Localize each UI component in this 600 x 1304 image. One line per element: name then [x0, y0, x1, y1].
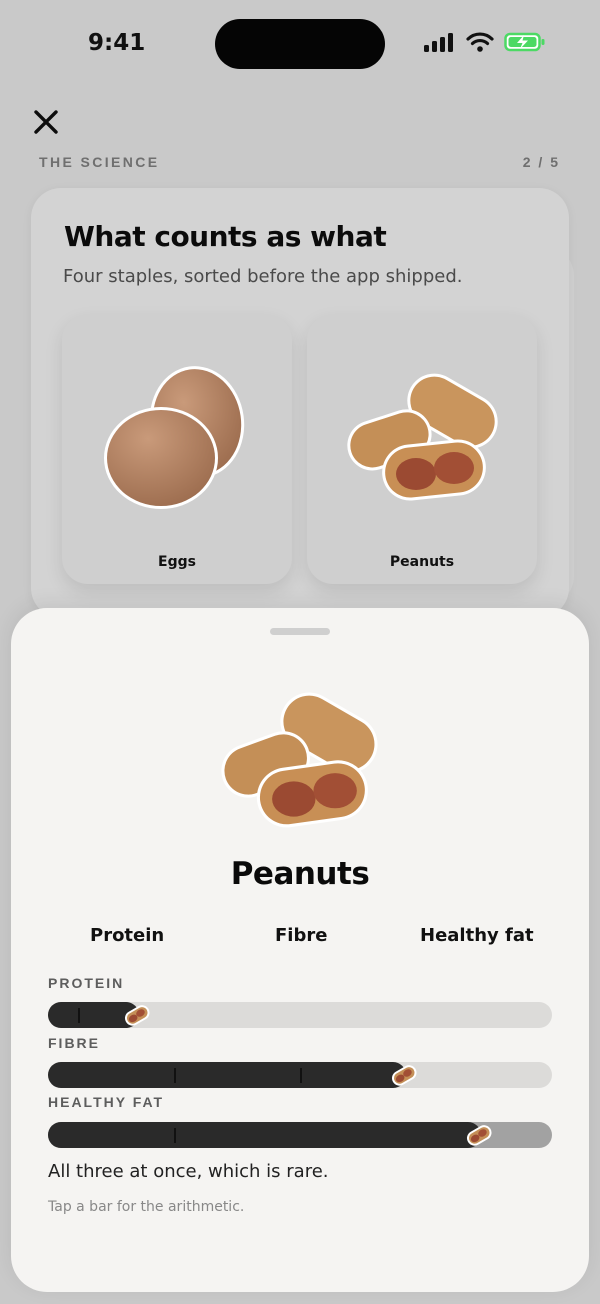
- bar-label-fibre: FIBRE: [48, 1035, 100, 1051]
- wifi-icon: [466, 32, 494, 52]
- battery-charging-icon: [504, 32, 545, 52]
- fibre-bar[interactable]: [48, 1062, 552, 1088]
- card-subtitle: Four staples, sorted before the app ship…: [63, 266, 463, 287]
- card-title: What counts as what: [64, 220, 387, 253]
- healthy-fat-bar-fill: [48, 1122, 481, 1148]
- bar-label-protein: PROTEIN: [48, 975, 125, 991]
- peanuts-icon: [347, 373, 498, 501]
- peanut-marker-icon: [388, 1059, 420, 1091]
- hint-text: Tap a bar for the arithmetic.: [48, 1199, 245, 1215]
- status-icons: [424, 32, 546, 52]
- food-tile-peanuts[interactable]: Peanuts: [307, 314, 537, 584]
- eggs-icon: [104, 366, 245, 509]
- tile-label-eggs: Eggs: [158, 554, 196, 570]
- nutrient-tag-protein: Protein: [90, 925, 165, 946]
- peanuts-icon: [221, 692, 378, 828]
- bar-tick: [78, 1008, 80, 1023]
- dynamic-island: [215, 19, 385, 69]
- food-tile-eggs[interactable]: Eggs: [62, 314, 292, 584]
- sheet-title: Peanuts: [230, 856, 370, 892]
- verdict-text: All three at once, which is rare.: [48, 1161, 329, 1182]
- step-counter: 2 / 5: [522, 154, 560, 170]
- peanut-marker-icon: [463, 1119, 495, 1151]
- signal-icon: [424, 33, 453, 52]
- healthy-fat-bar[interactable]: [48, 1122, 552, 1148]
- bar-label-healthy-fat: HEALTHY FAT: [48, 1094, 165, 1110]
- bar-tick: [174, 1068, 176, 1083]
- bar-tick: [174, 1128, 176, 1143]
- fibre-bar-fill: [48, 1062, 406, 1088]
- nutrient-tag-healthy-fat: Healthy fat: [420, 925, 534, 946]
- bar-tick: [300, 1068, 302, 1083]
- nutrient-tag-fibre: Fibre: [275, 925, 328, 946]
- tile-label-peanuts: Peanuts: [389, 554, 455, 570]
- sheet-grabber[interactable]: [270, 628, 330, 635]
- peanut-marker-icon: [121, 999, 153, 1031]
- close-icon: [34, 110, 58, 134]
- protein-bar[interactable]: [48, 1002, 552, 1028]
- section-label: THE SCIENCE: [39, 154, 160, 170]
- status-time: 9:41: [88, 30, 146, 56]
- close-button[interactable]: [30, 106, 62, 138]
